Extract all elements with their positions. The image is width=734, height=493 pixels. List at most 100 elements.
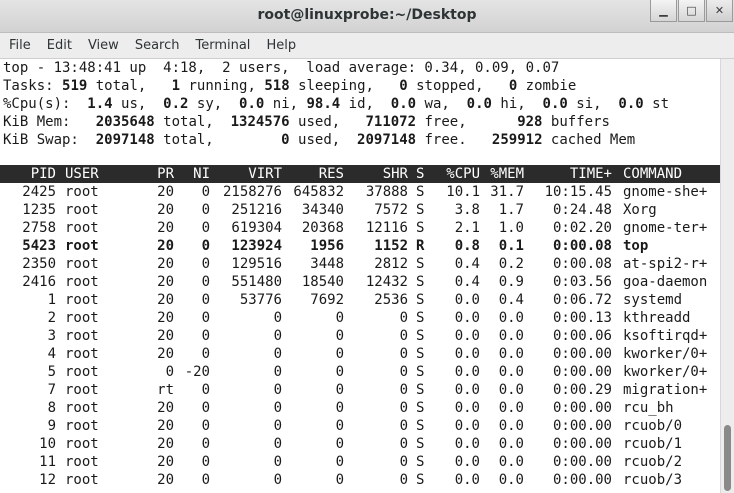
process-virt: 0 bbox=[273, 472, 282, 488]
process-pr: 20 bbox=[157, 418, 174, 434]
process-pr: 20 bbox=[157, 256, 174, 272]
process-state: S bbox=[416, 346, 425, 362]
close-icon[interactable]: ✕ bbox=[706, 0, 733, 22]
process-shr: 0 bbox=[399, 400, 408, 416]
cpu-sep-us: us, bbox=[112, 96, 164, 112]
process-state: S bbox=[416, 382, 425, 398]
process-cpu: 3.8 bbox=[454, 202, 480, 218]
process-cpu: 0.0 bbox=[454, 292, 480, 308]
maximize-icon[interactable]: □ bbox=[678, 0, 705, 22]
process-cpu: 0.0 bbox=[454, 346, 480, 362]
process-shr: 0 bbox=[399, 454, 408, 470]
process-state: S bbox=[416, 274, 425, 290]
cpu-sep-ni: ni, bbox=[264, 96, 307, 112]
menu-view[interactable]: View bbox=[80, 38, 127, 53]
process-cpu: 0.0 bbox=[454, 328, 480, 344]
process-mem: 0.0 bbox=[498, 346, 524, 362]
process-res: 0 bbox=[335, 382, 344, 398]
process-time: 0:00.00 bbox=[552, 436, 612, 452]
process-time: 0:00.00 bbox=[552, 364, 612, 380]
process-pid: 1 bbox=[47, 292, 56, 308]
process-pr: rt bbox=[157, 382, 174, 398]
cpu-sep-id: id, bbox=[340, 96, 391, 112]
process-pid: 10 bbox=[39, 436, 56, 452]
process-command: gnome-she+ bbox=[623, 184, 708, 200]
mem-used: 1324576 bbox=[230, 114, 290, 130]
scrollbar-thumb[interactable] bbox=[724, 425, 731, 491]
swap-total: 2097148 bbox=[95, 132, 155, 148]
menu-help[interactable]: Help bbox=[258, 38, 304, 53]
terminal-output[interactable]: top - 13:48:41 up 4:18, 2 users, load av… bbox=[0, 59, 720, 493]
process-res: 18540 bbox=[301, 274, 344, 290]
minimize-icon[interactable]: ▁ bbox=[650, 0, 677, 22]
cpu-sep-hi: hi, bbox=[491, 96, 543, 112]
menu-edit[interactable]: Edit bbox=[39, 38, 80, 53]
process-virt: 129516 bbox=[231, 256, 282, 272]
process-virt: 251216 bbox=[231, 202, 282, 218]
process-cpu: 0.0 bbox=[454, 382, 480, 398]
menu-file[interactable]: File bbox=[0, 38, 39, 53]
process-ni: 0 bbox=[201, 292, 210, 308]
process-res: 1956 bbox=[310, 238, 344, 254]
process-pr: 20 bbox=[157, 346, 174, 362]
cpu-si: 0.0 bbox=[542, 96, 568, 112]
process-cpu: 0.4 bbox=[454, 274, 480, 290]
process-pid: 2758 bbox=[22, 220, 56, 236]
window-titlebar[interactable]: root@linuxprobe:~/Desktop ▁ □ ✕ bbox=[0, 0, 734, 33]
process-state: S bbox=[416, 472, 425, 488]
swap-line: KiB Swap: 2097148 total, 0 used, 2097148… bbox=[3, 131, 635, 149]
tasks-running: 1 bbox=[171, 78, 181, 94]
process-state: S bbox=[416, 418, 425, 434]
process-cpu: 0.4 bbox=[454, 256, 480, 272]
process-shr: 0 bbox=[399, 472, 408, 488]
process-user: root bbox=[65, 220, 99, 236]
mem-label: KiB Mem: bbox=[3, 114, 96, 130]
mem-total: 2035648 bbox=[95, 114, 155, 130]
menu-terminal[interactable]: Terminal bbox=[187, 38, 258, 53]
process-pr: 20 bbox=[157, 328, 174, 344]
process-command: migration+ bbox=[623, 382, 708, 398]
process-pr: 20 bbox=[157, 202, 174, 218]
cpu-sy: 0.2 bbox=[163, 96, 189, 112]
process-pid: 5 bbox=[47, 364, 56, 380]
process-pr: 20 bbox=[157, 436, 174, 452]
tasks-label: Tasks: bbox=[3, 78, 63, 94]
process-virt: 0 bbox=[273, 364, 282, 380]
column-header-cpu: %CPU bbox=[446, 166, 480, 182]
tasks-line: Tasks: 519 total, 1 running, 518 sleepin… bbox=[3, 77, 576, 95]
process-mem: 0.4 bbox=[498, 292, 524, 308]
process-user: root bbox=[65, 454, 99, 470]
process-pid: 3 bbox=[47, 328, 56, 344]
cpu-line: %Cpu(s): 1.4 us, 0.2 sy, 0.0 ni, 98.4 id… bbox=[3, 95, 669, 113]
process-res: 0 bbox=[335, 400, 344, 416]
process-pid: 1235 bbox=[22, 202, 56, 218]
process-user: root bbox=[65, 382, 99, 398]
terminal-scrollbar[interactable] bbox=[720, 59, 734, 493]
process-shr: 7572 bbox=[374, 202, 408, 218]
menu-search[interactable]: Search bbox=[127, 38, 188, 53]
process-res: 0 bbox=[335, 310, 344, 326]
process-cpu: 0.0 bbox=[454, 436, 480, 452]
process-ni: 0 bbox=[201, 454, 210, 470]
process-user: root bbox=[65, 310, 99, 326]
process-shr: 12116 bbox=[365, 220, 408, 236]
process-mem: 0.2 bbox=[498, 256, 524, 272]
process-ni: 0 bbox=[201, 238, 210, 254]
process-time: 0:00.29 bbox=[552, 382, 612, 398]
process-ni: 0 bbox=[201, 274, 210, 290]
swap-sep-used: used, bbox=[289, 132, 358, 148]
column-header-virt: VIRT bbox=[248, 166, 282, 182]
process-pid: 2350 bbox=[22, 256, 56, 272]
process-pid: 4 bbox=[47, 346, 56, 362]
cpu-sep-st: st bbox=[643, 96, 670, 112]
column-header-ni: NI bbox=[193, 166, 210, 182]
process-res: 0 bbox=[335, 328, 344, 344]
process-pid: 9 bbox=[47, 418, 56, 434]
cpu-wa: 0.0 bbox=[390, 96, 417, 112]
process-virt: 123924 bbox=[231, 238, 282, 254]
process-res: 0 bbox=[335, 418, 344, 434]
process-pr: 20 bbox=[157, 220, 174, 236]
tasks-sleeping: 518 bbox=[264, 78, 290, 94]
process-virt: 0 bbox=[273, 310, 282, 326]
process-shr: 2812 bbox=[374, 256, 408, 272]
